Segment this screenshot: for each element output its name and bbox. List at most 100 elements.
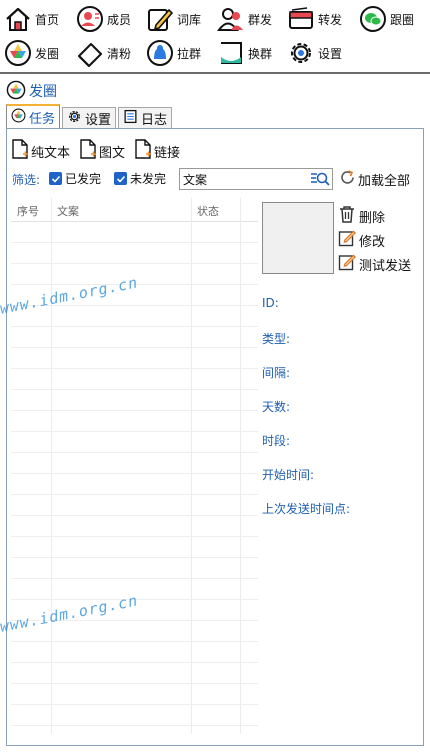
checkmark-icon [49,172,62,185]
toolbar-member-button[interactable]: 成员 [76,2,131,36]
table-header-index: 序号 [17,205,39,218]
toolbar-lexicon-label: 词库 [177,12,202,27]
test-send-button[interactable]: 测试发送 [338,253,411,275]
delete-button[interactable]: 删除 [338,205,385,227]
edit-icon [338,253,356,275]
gear-icon [67,109,82,128]
toolbar-switch-group-button[interactable]: 换群 [217,36,272,70]
unsent-checkbox[interactable]: 未发完 [114,170,166,187]
load-all-button[interactable]: 加载全部 [339,169,410,190]
toolbar-member-label: 成员 [107,12,132,27]
toolbar-settings-label: 设置 [318,46,343,61]
unsent-checkbox-label: 未发完 [130,172,167,186]
table-row[interactable] [11,432,258,453]
toolbar-switch-group-label: 换群 [248,46,273,61]
filter-bar: 筛选: 已发完 未发完 文案 加载全部 [12,168,418,190]
toolbar-forward-label: 转发 [318,12,343,27]
add-buttons-bar: 纯文本 图文 链接 [12,139,190,163]
toolbar-home-label: 首页 [35,12,60,27]
new-file-icon [135,139,152,163]
forward-icon [287,5,315,33]
toolbar-follow-button[interactable]: 跟圈 [359,2,414,36]
toolbar-clear-fans-button[interactable]: 清粉 [76,36,131,70]
table-row[interactable] [11,306,258,327]
table-row[interactable] [11,327,258,348]
follow-circle-icon [359,5,387,33]
toolbar-group-send-label: 群发 [248,12,273,27]
toolbar-settings-button[interactable]: 设置 [287,36,342,70]
new-file-icon [12,139,28,163]
toolbar-moments-label: 发圈 [35,46,60,61]
add-link-label: 链接 [154,145,181,161]
table-header-content: 文案 [57,205,79,218]
table-row[interactable] [11,684,258,705]
camera-aperture-icon [11,108,26,127]
group-send-icon [217,5,245,33]
filter-label: 筛选: [12,173,41,187]
table-row[interactable] [11,663,258,684]
tab-task[interactable]: 任务 [6,104,61,128]
tab-log[interactable]: 日志 [118,107,173,128]
home-icon [4,5,32,33]
table-header-status: 状态 [197,205,219,218]
eraser-icon [76,39,104,67]
toolbar-follow-label: 跟圈 [390,12,415,27]
gear-icon [287,39,315,67]
table-row[interactable] [11,243,258,264]
delete-label: 删除 [359,210,386,226]
detail-last-sent-label: 上次发送时间点: [262,502,351,516]
table-row[interactable] [11,369,258,390]
toolbar-home-button[interactable]: 首页 [4,2,59,36]
tab-task-label: 任务 [29,111,56,127]
refresh-icon [339,169,356,190]
table-row[interactable] [11,453,258,474]
add-plain-text-button[interactable]: 纯文本 [12,139,70,163]
table-row[interactable] [11,642,258,663]
edit-label: 修改 [359,234,386,250]
toolbar-clear-fans-label: 清粉 [107,46,132,61]
edit-button[interactable]: 修改 [338,229,385,251]
sent-checkbox-label: 已发完 [65,172,102,186]
log-icon [123,109,138,128]
toolbar-pull-group-button[interactable]: 拉群 [146,36,201,70]
detail-id-label: ID: [262,296,279,310]
table-row[interactable] [11,516,258,537]
search-input[interactable]: 文案 [179,168,333,190]
add-image-text-label: 图文 [99,145,126,161]
add-link-button[interactable]: 链接 [135,139,180,163]
table-row[interactable] [11,411,258,432]
toolbar-group-send-button[interactable]: 群发 [217,2,272,36]
tab-log-label: 日志 [141,112,168,128]
search-icon[interactable] [310,170,330,191]
sent-checkbox[interactable]: 已发完 [49,170,101,187]
search-input-value: 文案 [183,172,208,187]
toolbar-moments-button[interactable]: 发圈 [4,36,59,70]
load-all-label: 加载全部 [358,174,411,189]
add-plain-text-label: 纯文本 [31,145,71,161]
tab-settings[interactable]: 设置 [62,107,117,128]
checkmark-icon [114,172,127,185]
trash-icon [338,205,356,227]
table-row[interactable] [11,348,258,369]
toolbar-lexicon-button[interactable]: 词库 [146,2,201,36]
toolbar-forward-button[interactable]: 转发 [287,2,342,36]
table-header: 序号 文案 状态 [11,198,258,222]
table-row[interactable] [11,495,258,516]
table-row[interactable] [11,222,258,243]
add-image-text-button[interactable]: 图文 [80,139,125,163]
detail-start-time-label: 开始时间: [262,468,315,482]
detail-interval-label: 间隔: [262,366,291,380]
new-file-icon [80,139,97,163]
pull-group-icon [146,39,174,67]
table-row[interactable] [11,558,258,579]
edit-icon [338,229,356,251]
table-row[interactable] [11,705,258,726]
moments-icon [6,80,26,103]
detail-type-label: 类型: [262,332,291,346]
table-row[interactable] [11,537,258,558]
table-row[interactable] [11,474,258,495]
toolbar-pull-group-label: 拉群 [177,46,202,61]
tab-settings-label: 设置 [85,112,112,128]
tab-bar: 任务 设置 日志 [6,104,174,128]
table-row[interactable] [11,390,258,411]
